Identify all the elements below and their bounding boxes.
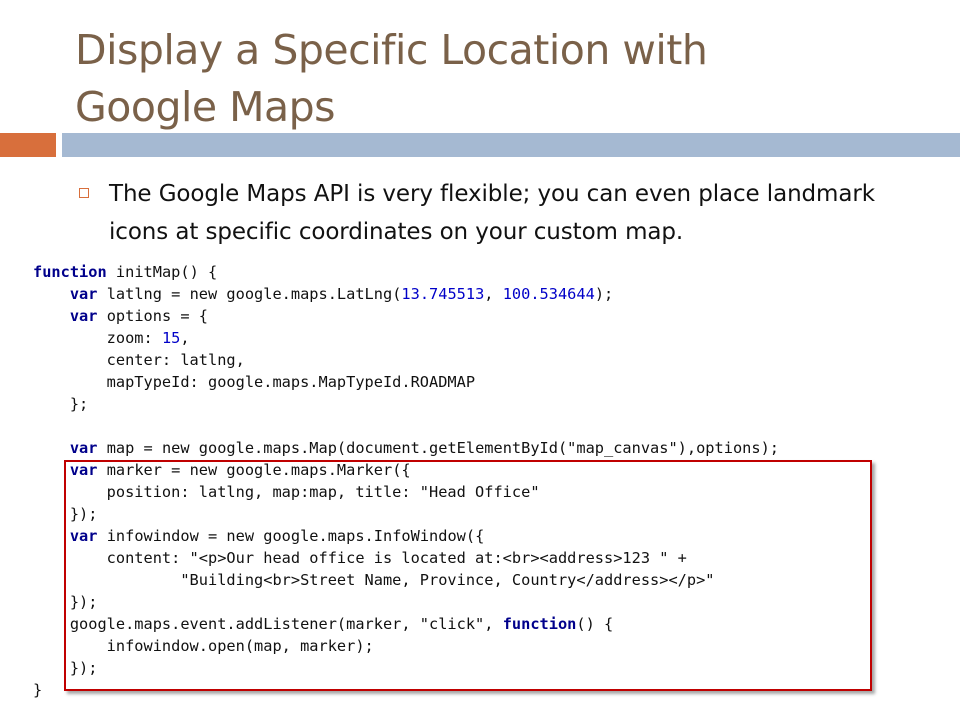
code-line: }); [33,505,98,523]
code-line: }); [33,593,98,611]
code-line: var options = { [69,307,208,325]
code-line: position: latlng, map:map, title: "Head … [33,483,540,501]
code-line: }); [33,659,98,677]
code-line: var marker = new google.maps.Marker({ [69,461,411,479]
code-line: }; [33,395,89,413]
code-line: content: "<p>Our head office is located … [33,549,687,567]
code-line: mapTypeId: google.maps.MapTypeId.ROADMAP [33,373,476,391]
title-rule-accent [0,133,56,157]
slide: Display a Specific Location with Google … [0,0,960,720]
bullet-square-icon [79,188,89,198]
code-line: infowindow.open(map, marker); [33,637,374,655]
code-line: "Building<br>Street Name, Province, Coun… [33,571,715,589]
code-line: center: latlng, [33,351,245,369]
slide-title: Display a Specific Location with Google … [75,22,935,136]
code-line: var map = new google.maps.Map(document.g… [69,439,779,457]
code-line: } [33,681,43,699]
title-line-1: Display a Specific Location with [75,26,708,74]
code-line: var latlng = new google.maps.LatLng(13.7… [69,285,614,303]
code-line: google.maps.event.addListener(marker, "c… [33,615,614,633]
title-rule-bar [62,133,960,157]
code-line: function initMap() { [33,263,218,281]
title-line-2: Google Maps [75,83,336,131]
code-block: function initMap() { var latlng = new go… [33,261,779,701]
code-line: var infowindow = new google.maps.InfoWin… [69,527,485,545]
bullet-text: The Google Maps API is very flexible; yo… [109,181,875,245]
code-line: zoom: 15, [33,329,190,347]
